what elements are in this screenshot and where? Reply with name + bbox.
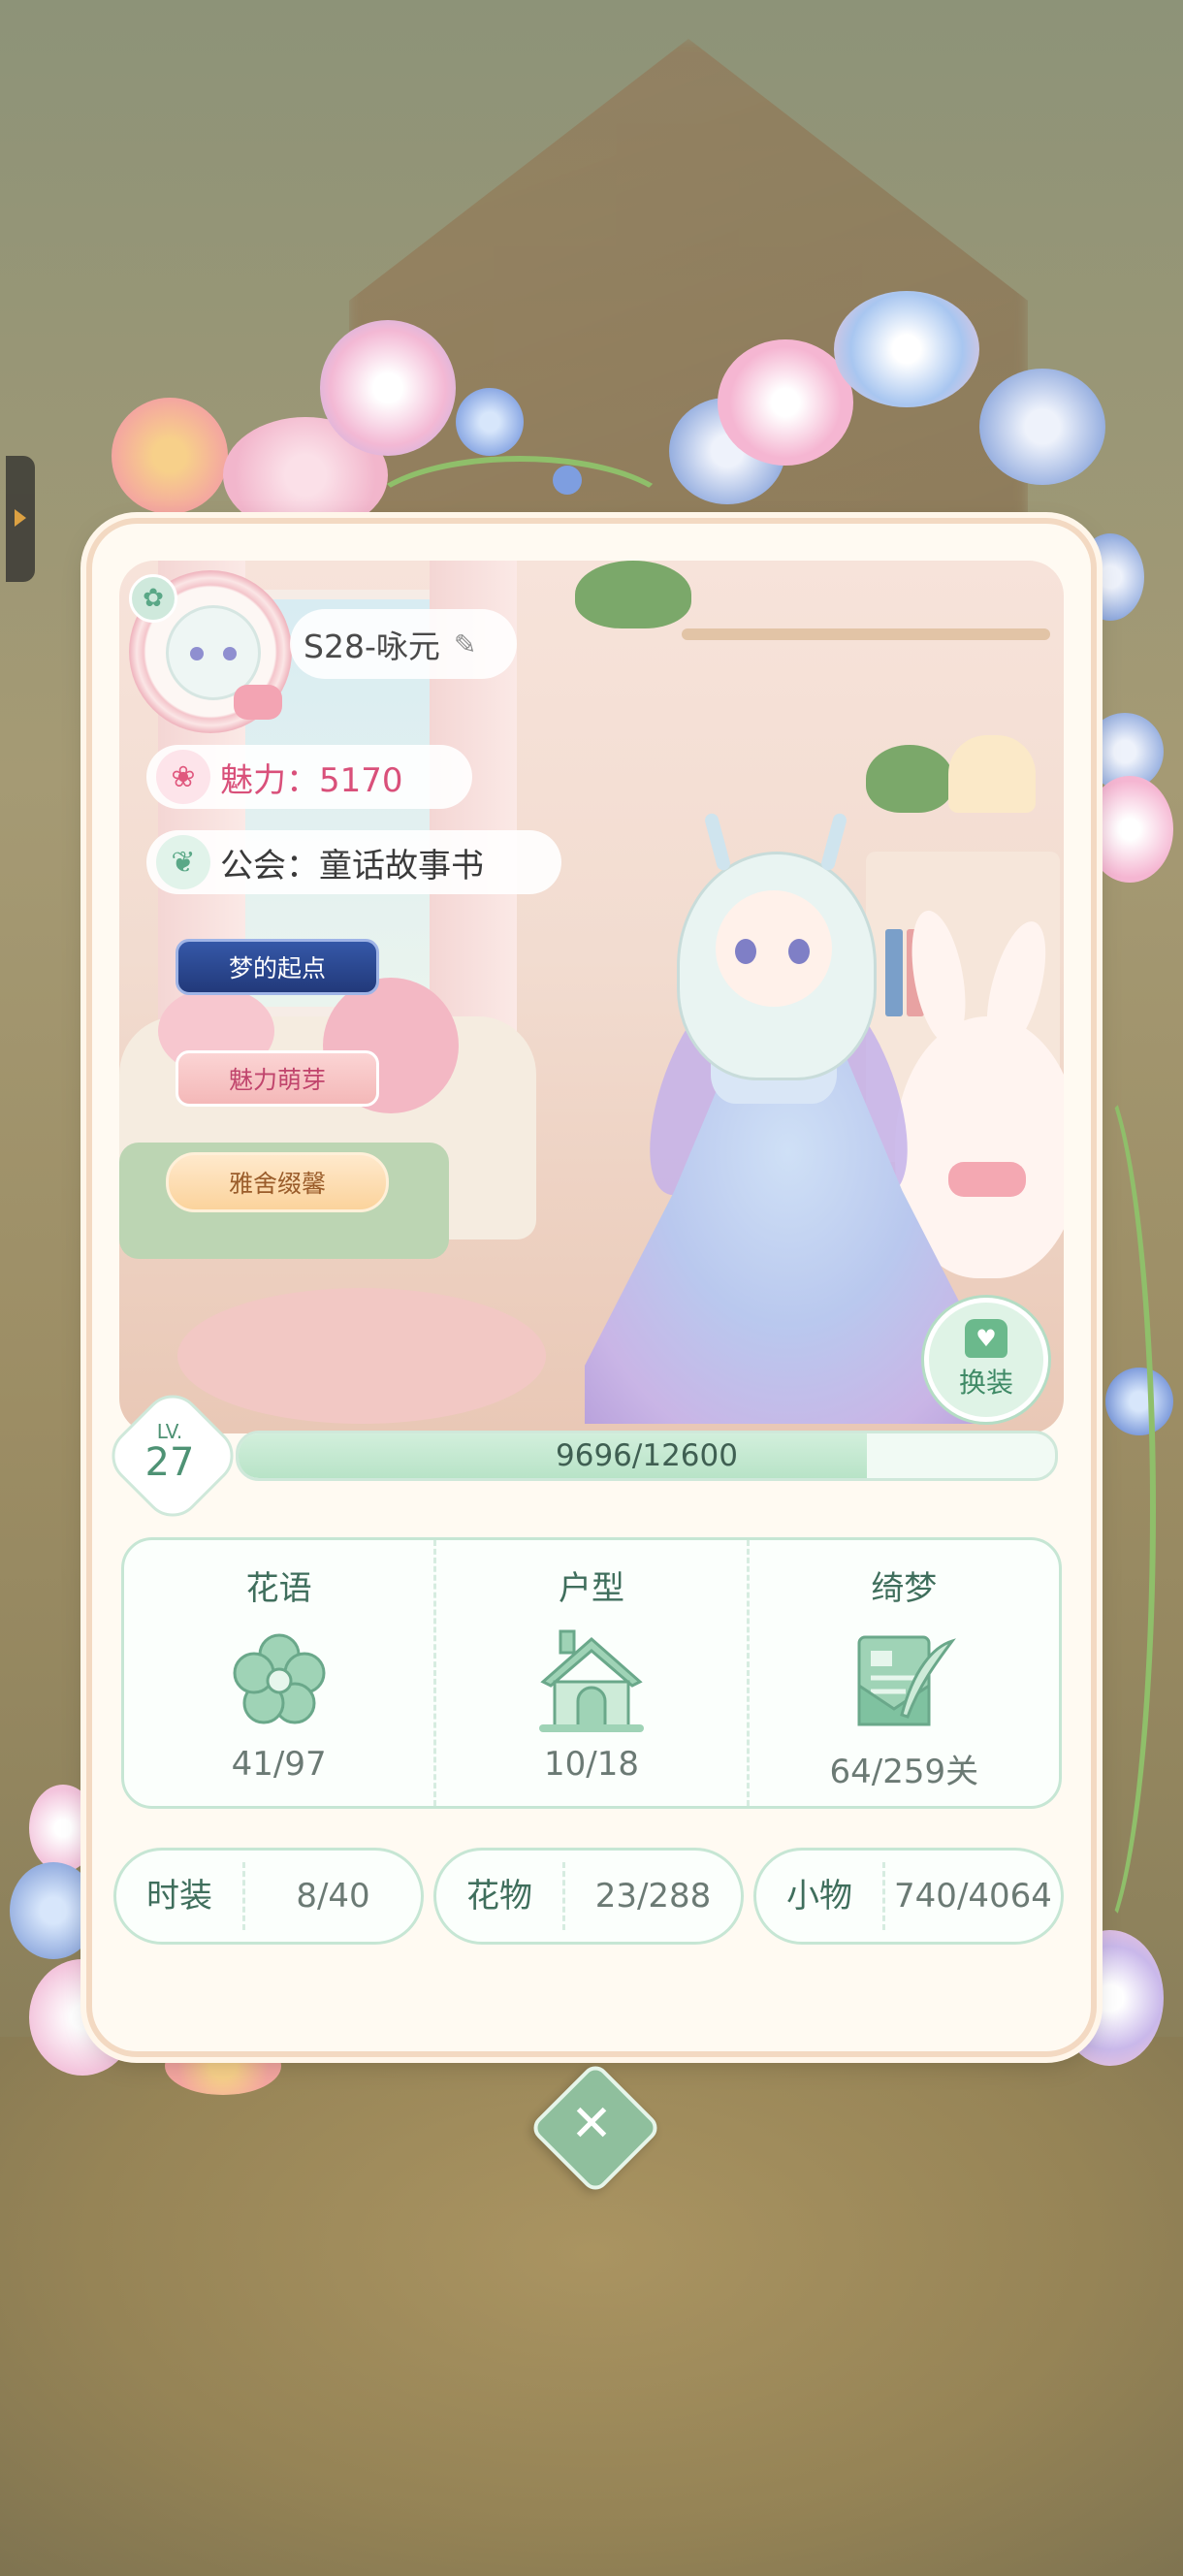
collection-panel: 花语 41/97 户型 10/18 绮梦 64/259关 (121, 1537, 1062, 1809)
close-icon[interactable]: ✕ (548, 2080, 635, 2168)
collection-house-type[interactable]: 户型 10/18 (433, 1540, 746, 1806)
collection-title: 绮梦 (871, 1569, 938, 1608)
stat-fashion[interactable]: 时装 8/40 (113, 1848, 424, 1945)
player-name-pill[interactable]: S28-咏元 ✎ (290, 609, 517, 679)
stat-label: 时装 (116, 1862, 245, 1930)
tshirt-heart-icon: ♥ (965, 1319, 1007, 1358)
title-badge-dream-start[interactable]: 梦的起点 (176, 939, 379, 995)
collection-value: 64/259关 (829, 1753, 979, 1791)
stat-value: 8/40 (296, 1877, 370, 1916)
avatar-frame-settings-icon[interactable]: ✿ (129, 574, 177, 623)
experience-text: 9696/12600 (556, 1438, 738, 1473)
level-label: LV. (156, 1420, 183, 1443)
quill-letter-icon (846, 1623, 962, 1739)
change-outfit-button[interactable]: ♥ 换装 (924, 1298, 1048, 1422)
collection-value: 41/97 (231, 1745, 327, 1784)
side-expand-tab[interactable] (6, 456, 35, 582)
room-table (177, 1288, 546, 1424)
house-icon (533, 1623, 650, 1739)
title-badge-charm-sprout[interactable]: 魅力萌芽 (176, 1050, 379, 1107)
level-value: 27 (144, 1440, 195, 1485)
title-badge-elegant-home[interactable]: 雅舍缀馨 (166, 1152, 389, 1212)
guild-leaf-icon: ❦ (156, 835, 210, 889)
flower-icon (221, 1623, 337, 1739)
character-showcase: ✿ S28-咏元 ✎ ❀ 魅力：5170 ❦ 公会：童话故事书 梦的起点 魅力萌… (119, 561, 1064, 1433)
stat-label: 花物 (436, 1862, 565, 1930)
stat-value: 23/288 (594, 1877, 712, 1916)
charm-stat: ❀ 魅力：5170 (146, 745, 472, 809)
experience-bar: 9696/12600 (236, 1431, 1058, 1481)
charm-value: 魅力：5170 (220, 760, 403, 800)
stat-flower-items[interactable]: 花物 23/288 (433, 1848, 744, 1945)
rose-icon: ❀ (156, 750, 210, 804)
stat-value: 740/4064 (894, 1877, 1052, 1916)
avatar-bow-decoration (234, 685, 282, 720)
collection-dream[interactable]: 绮梦 64/259关 (746, 1540, 1059, 1806)
collection-title: 花语 (245, 1569, 312, 1608)
edit-name-icon[interactable]: ✎ (454, 628, 476, 660)
collection-flower-language[interactable]: 花语 41/97 (124, 1540, 433, 1806)
profile-card: ✿ S28-咏元 ✎ ❀ 魅力：5170 ❦ 公会：童话故事书 梦的起点 魅力萌… (92, 524, 1091, 2051)
guild-name: 公会：童话故事书 (220, 846, 484, 886)
collection-value: 10/18 (544, 1745, 639, 1784)
stat-small-items[interactable]: 小物 740/4064 (753, 1848, 1064, 1945)
guild-stat[interactable]: ❦ 公会：童话故事书 (146, 830, 561, 894)
stat-label: 小物 (756, 1862, 885, 1930)
collection-title: 户型 (558, 1569, 624, 1608)
player-name: S28-咏元 (304, 628, 440, 665)
level-badge-content: LV. 27 (121, 1404, 218, 1501)
